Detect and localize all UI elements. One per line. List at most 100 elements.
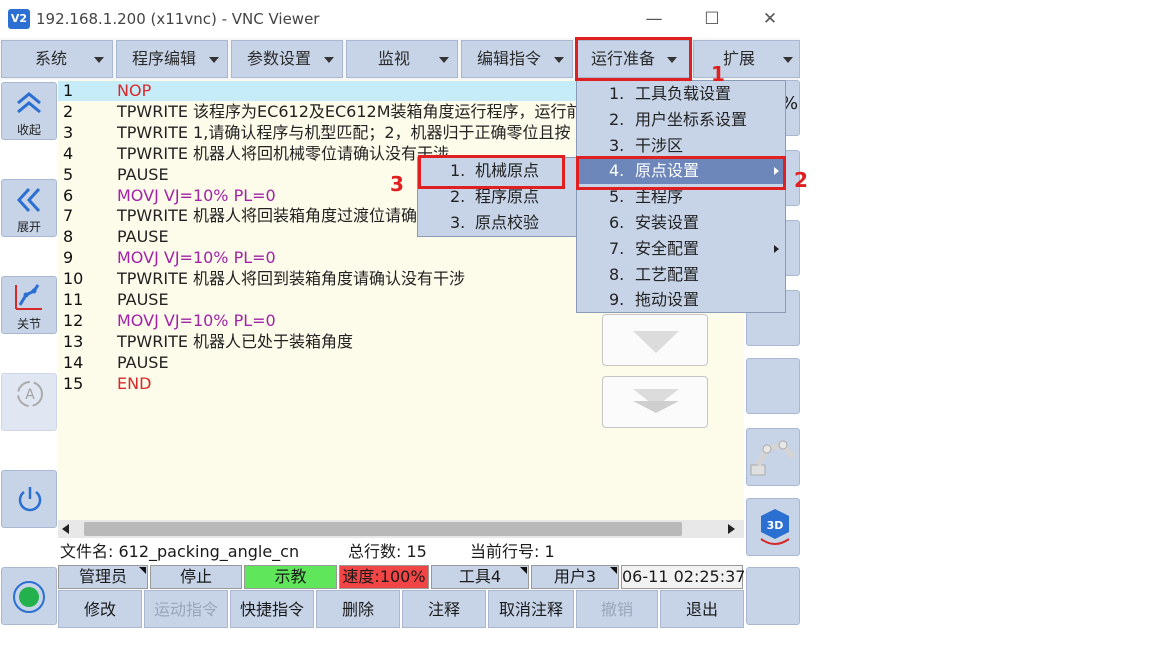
3d-view-button[interactable]: 3D [746,498,800,556]
menu-system[interactable]: 系统 [1,40,113,78]
right-button-6[interactable] [746,567,800,625]
power-icon [18,487,42,512]
right-button-5[interactable] [746,358,800,414]
chevron-down-icon [94,57,104,63]
joint-label: 关节 [16,317,41,331]
menu-param-settings-label: 参数设置 [247,49,312,68]
menu-extend[interactable]: 扩展 [693,40,800,78]
line-number: 12 [63,311,84,330]
submenu-arrow-icon [774,245,779,253]
record-button[interactable] [1,567,57,625]
status-user-frame[interactable]: 用户3 [531,565,619,589]
auto-mode-button[interactable]: A [1,373,57,431]
menu-monitor[interactable]: 监视 [346,40,458,78]
code-line[interactable]: PAUSE [117,290,169,310]
code-line[interactable]: TPWRITE 机器人将回装箱角度过渡位请确 [117,206,417,226]
dropdown-item-label: 安全配置 [635,239,700,258]
code-line[interactable]: TPWRITE 机器人已处于装箱角度 [117,332,353,352]
expand-button[interactable]: 展开 [1,179,57,237]
menu-program-edit-label: 程序编辑 [132,49,197,68]
page-down-button[interactable] [602,314,708,366]
collapse-button[interactable]: 收起 [1,82,57,140]
line-number: 5 [63,165,74,184]
scroll-right-icon[interactable] [728,524,735,534]
svg-text:A: A [25,387,35,403]
dropdown-item[interactable]: 8. 工艺配置 [577,262,785,288]
line-number: 9 [63,248,74,267]
delete-button[interactable]: 删除 [316,590,400,628]
menu-param-settings[interactable]: 参数设置 [231,40,343,78]
exit-button[interactable]: 退出 [660,590,744,628]
chevron-left-icon [16,187,41,213]
collapse-label: 收起 [16,123,41,137]
file-name: 文件名: 612_packing_angle_cn [60,542,300,561]
status-tool-label: 工具4 [458,567,502,586]
status-mode[interactable]: 示教 [244,565,337,589]
status-user[interactable]: 管理员 [58,565,148,589]
line-number: 8 [63,227,74,246]
line-number: 6 [63,186,74,205]
menu-edit-instruction-label: 编辑指令 [477,49,542,68]
code-line[interactable]: TPWRITE 1,请确认程序与机型匹配；2，机器归于正确零位且按 [117,123,571,143]
minimize-button[interactable]: — [634,6,674,32]
current-line: 当前行号: 1 [470,542,555,561]
dropdown-item[interactable]: 1. 工具负载设置 [577,81,785,107]
dropdown-item-number: 7. [609,239,625,258]
dropdown-item-number: 2. [609,110,625,129]
line-number: 4 [63,144,74,163]
annotation-2: 2 [794,168,808,192]
dropdown-item[interactable]: 2. 用户坐标系设置 [577,107,785,133]
code-line[interactable]: PAUSE [117,227,169,247]
menu-edit-instruction[interactable]: 编辑指令 [461,40,573,78]
chevron-down-icon [554,57,564,63]
submenu-item[interactable]: 3. 原点校验 [418,210,576,236]
joint-axes-icon [15,284,42,310]
power-button[interactable] [1,470,57,528]
line-number: 10 [63,269,84,288]
corner-marker-icon [139,567,146,574]
status-tool[interactable]: 工具4 [431,565,529,589]
line-number: 13 [63,332,84,351]
undo-button[interactable]: 撤销 [576,590,658,628]
scroll-bottom-button[interactable] [602,376,708,428]
scroll-left-icon[interactable] [62,524,69,534]
modify-button[interactable]: 修改 [58,590,142,628]
highlight-origin-settings [576,156,786,190]
status-speed[interactable]: 速度:100% [339,565,429,589]
3d-view-icon: 3D [760,509,790,545]
joint-button[interactable]: 关节 [1,276,57,334]
scrollbar-thumb[interactable] [84,522,682,536]
code-line[interactable]: TPWRITE 机器人将回到装箱角度请确认没有干涉 [117,269,465,289]
code-line[interactable]: MOVJ VJ=10% PL=0 [117,248,276,268]
code-line[interactable]: PAUSE [117,165,169,185]
line-number: 15 [63,374,84,393]
status-speed-label: 速度:100% [342,567,426,586]
dropdown-item[interactable]: 9. 拖动设置 [577,287,785,313]
highlight-run-prep [575,37,692,81]
code-line[interactable]: PAUSE [117,353,169,373]
motion-instruction-button[interactable]: 运动指令 [144,590,228,628]
chevron-down-icon [324,57,334,63]
uncomment-button[interactable]: 取消注释 [488,590,574,628]
quick-instruction-button[interactable]: 快捷指令 [230,590,314,628]
code-line[interactable]: MOVJ VJ=10% PL=0 [117,186,276,206]
line-number: 14 [63,353,84,372]
menu-program-edit[interactable]: 程序编辑 [116,40,228,78]
dropdown-item[interactable]: 6. 安装设置 [577,210,785,236]
code-line[interactable]: END [117,374,151,394]
menu-system-label: 系统 [35,49,68,68]
dropdown-item-number: 6. [609,213,625,232]
dropdown-item[interactable]: 7. 安全配置 [577,236,785,262]
close-button[interactable]: ✕ [750,6,790,32]
robot-view-button[interactable] [746,428,800,486]
comment-button[interactable]: 注释 [402,590,486,628]
code-line[interactable]: NOP [117,81,151,101]
code-line[interactable]: TPWRITE 该程序为EC612及EC612M装箱角度运行程序，运行前 [117,102,583,122]
vnc-logo-icon: V2 [8,9,30,29]
dropdown-item-label: 安装设置 [635,213,700,232]
code-line[interactable]: MOVJ VJ=10% PL=0 [117,311,276,331]
corner-marker-icon [520,567,527,574]
maximize-button[interactable]: ☐ [692,6,732,32]
line-number: 11 [63,290,84,309]
code-line[interactable]: TPWRITE 机器人将回机械零位请确认没有干涉 [117,144,449,164]
